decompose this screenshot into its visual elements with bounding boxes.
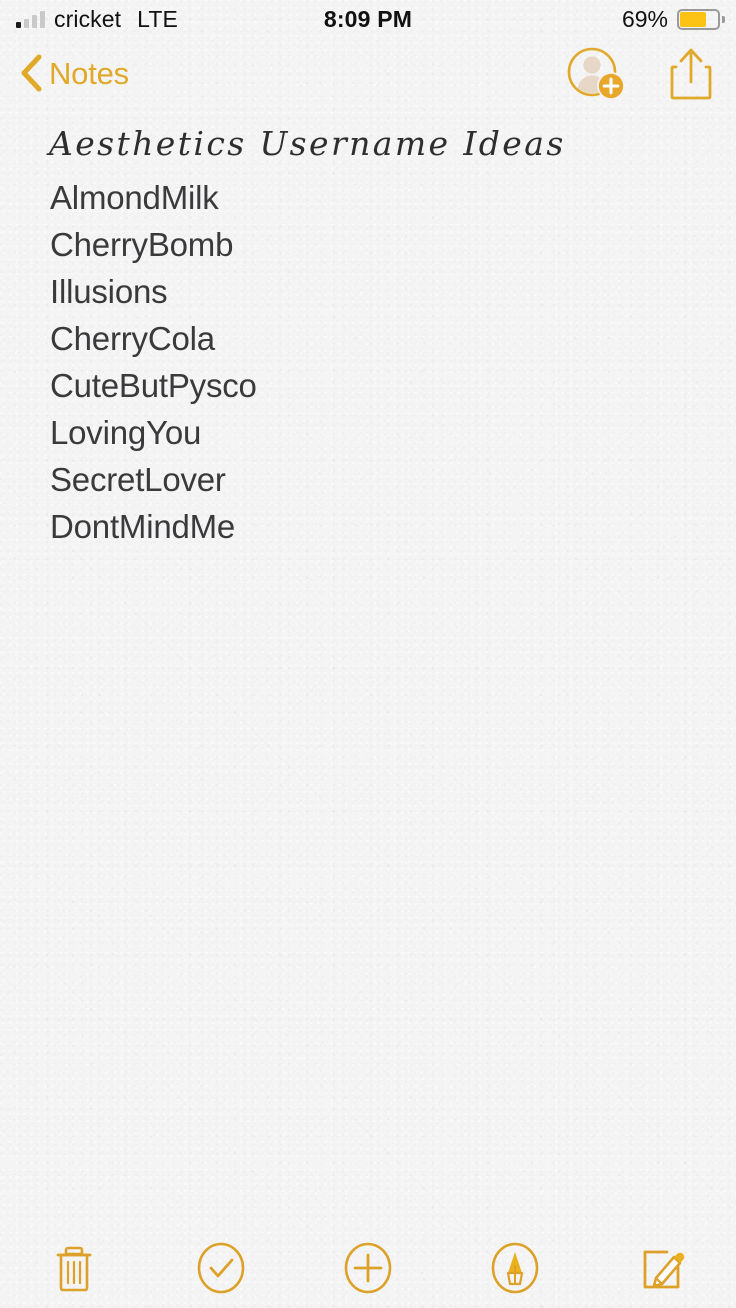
navigation-bar: Notes [0, 38, 736, 110]
battery-percent-label: 69% [621, 5, 668, 32]
note-content[interactable]: Aesthetics Username Ideas AlmondMilk Cher… [0, 124, 736, 550]
nav-actions [566, 46, 714, 102]
add-button[interactable] [294, 1241, 441, 1295]
note-title: Aesthetics Username Ideas [49, 124, 566, 163]
back-to-notes-button[interactable]: Notes [20, 54, 129, 95]
notes-screen: cricket LTE 8:09 PM 69% Notes Aesthetics… [0, 0, 736, 1308]
cellular-signal-icon [16, 10, 45, 28]
plus-circle-icon [343, 1241, 393, 1295]
chevron-left-icon [20, 54, 42, 95]
note-line: AlmondMilk [50, 179, 219, 216]
note-body-list: AlmondMilk CherryBomb Illusions CherryCola C… [50, 174, 716, 550]
carrier-label: cricket [54, 5, 122, 32]
checkmark-circle-icon [196, 1241, 246, 1295]
note-line: DontMindMe [50, 508, 236, 545]
note-line: SecretLover [50, 461, 226, 498]
note-line: Illusions [50, 273, 168, 310]
note-line: CherryBomb [50, 226, 234, 263]
clock-label: 8:09 PM [323, 5, 413, 32]
markup-pen-circle-icon [490, 1241, 540, 1295]
checklist-button[interactable] [147, 1241, 294, 1295]
note-line: LovingYou [50, 414, 202, 451]
delete-button[interactable] [0, 1242, 147, 1294]
compose-icon [637, 1242, 687, 1294]
note-line: CherryCola [50, 320, 215, 357]
bottom-toolbar [0, 1228, 736, 1308]
add-person-icon [566, 47, 628, 105]
status-bar-left: cricket LTE [16, 6, 178, 33]
trash-icon [53, 1242, 95, 1294]
status-bar: cricket LTE 8:09 PM 69% [0, 0, 736, 38]
back-button-label: Notes [49, 56, 129, 91]
share-icon [668, 48, 714, 105]
compose-button[interactable] [589, 1242, 736, 1294]
markup-button[interactable] [442, 1241, 589, 1295]
share-button[interactable] [668, 46, 714, 102]
status-bar-right: 69% [621, 5, 725, 33]
note-line: CuteButPysco [50, 367, 257, 404]
collaborate-button[interactable] [566, 46, 628, 102]
network-type-label: LTE [137, 5, 178, 32]
battery-icon [677, 8, 725, 30]
